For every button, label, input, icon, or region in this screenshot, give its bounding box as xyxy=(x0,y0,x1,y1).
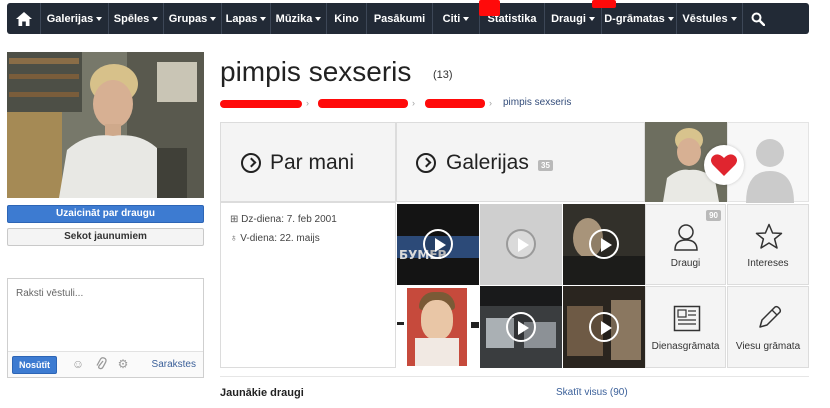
galleries-count-badge: 35 xyxy=(538,160,553,171)
about-me-label: Par mani xyxy=(270,151,355,174)
gallery-thumb[interactable] xyxy=(563,286,645,368)
gallery-thumb[interactable] xyxy=(480,204,562,285)
message-toolbar: Nosūtīt ☺ ⚙ Sarakstes xyxy=(8,351,203,377)
nav-events[interactable]: Pasākumi xyxy=(367,3,433,34)
caret-down-icon xyxy=(667,17,674,21)
heart-icon xyxy=(711,154,737,176)
red-scribble xyxy=(318,99,408,108)
nav-pages[interactable]: Lapas xyxy=(222,3,271,34)
latest-friends-title: Jaunākie draugi xyxy=(220,387,304,399)
nameday-row: ♁ V-diena: 22. maijs xyxy=(230,233,320,244)
play-icon xyxy=(506,312,536,342)
breadcrumb: › › › pimpis sexseris xyxy=(220,97,640,111)
gear-icon[interactable]: ⚙ xyxy=(116,357,130,371)
search-icon xyxy=(751,12,765,26)
red-scribble xyxy=(592,0,616,8)
caret-down-icon xyxy=(210,17,217,21)
nameday-text: V-diena: 22. maijs xyxy=(240,233,320,244)
divider xyxy=(220,376,809,377)
birthday-row: ⊞ Dz-diena: 7. feb 2001 xyxy=(230,214,337,225)
info-panel xyxy=(220,202,396,368)
nav-music[interactable]: Mūzika xyxy=(271,3,327,34)
circle-arrow-icon xyxy=(241,153,261,173)
gallery-thumb[interactable] xyxy=(480,286,562,368)
caret-down-icon xyxy=(96,17,103,21)
see-all-friends-link[interactable]: Skatīt visus (90) xyxy=(556,387,628,398)
caret-down-icon xyxy=(152,17,159,21)
interests-tile[interactable]: Intereses xyxy=(727,204,809,285)
invite-friend-button[interactable]: Uzaicināt par draugu xyxy=(7,205,204,223)
diary-label: Dienasgrāmata xyxy=(651,341,720,352)
gallery-thumb[interactable] xyxy=(563,204,645,285)
nav-home[interactable] xyxy=(7,3,41,34)
friends-tile[interactable]: 90 Draugi xyxy=(645,204,726,285)
send-button[interactable]: Nosūtīt xyxy=(12,356,57,374)
user-icon xyxy=(674,224,698,251)
breadcrumb-separator-icon: › xyxy=(489,98,492,108)
video-camera-icon xyxy=(506,229,536,259)
friends-label: Draugi xyxy=(670,258,701,269)
newspaper-icon xyxy=(673,305,701,332)
caret-down-icon xyxy=(588,17,595,21)
top-nav: Galerijas Spēles Grupas Lapas Mūzika Kin… xyxy=(7,3,809,34)
breadcrumb-separator-icon: › xyxy=(412,98,415,108)
galleries-label: Galerijas xyxy=(446,151,529,174)
profile-name: pimpis sexseris xyxy=(220,56,412,87)
cake-icon: ♁ xyxy=(230,233,238,244)
profile-count: (13) xyxy=(433,69,453,81)
nav-games[interactable]: Spēles xyxy=(109,3,164,34)
attachment-icon[interactable] xyxy=(94,357,108,371)
like-button[interactable] xyxy=(704,145,744,185)
pencil-icon xyxy=(759,305,782,328)
gallery-thumb[interactable] xyxy=(397,286,479,368)
galleries-tile[interactable]: Galerijas 35 xyxy=(396,122,645,202)
nav-messages[interactable]: Vēstules xyxy=(677,3,743,34)
caret-down-icon xyxy=(463,17,470,21)
breadcrumb-current: pimpis sexseris xyxy=(503,97,572,108)
friends-count-badge: 90 xyxy=(706,210,721,221)
nav-galleries[interactable]: Galerijas xyxy=(41,3,109,34)
play-icon xyxy=(589,312,619,342)
play-icon xyxy=(423,229,453,259)
birthday-text: Dz-diena: 7. feb 2001 xyxy=(241,214,337,225)
cake-icon: ⊞ xyxy=(230,214,239,225)
interests-label: Intereses xyxy=(747,258,789,269)
about-me-tile[interactable]: Par mani xyxy=(220,122,396,202)
guestbook-label: Viesu grāmata xyxy=(735,341,801,352)
caret-down-icon xyxy=(260,17,267,21)
home-icon xyxy=(15,11,32,26)
conversations-link[interactable]: Sarakstes xyxy=(152,359,196,370)
profile-photo xyxy=(7,52,204,198)
follow-button[interactable]: Sekot jaunumiem xyxy=(7,228,204,246)
red-scribble xyxy=(220,100,302,108)
nav-other[interactable]: Citi xyxy=(433,3,480,34)
red-scribble xyxy=(425,99,485,108)
red-scribble xyxy=(479,0,500,16)
caret-down-icon xyxy=(730,17,737,21)
play-icon xyxy=(589,229,619,259)
gallery-thumb[interactable]: БУМЕР xyxy=(397,204,479,285)
nav-search[interactable] xyxy=(743,3,773,34)
caret-down-icon xyxy=(315,17,322,21)
diary-tile[interactable]: Dienasgrāmata xyxy=(645,286,726,368)
breadcrumb-separator-icon: › xyxy=(306,98,309,108)
nav-cinema[interactable]: Kino xyxy=(327,3,367,34)
nav-groups[interactable]: Grupas xyxy=(164,3,222,34)
smiley-icon[interactable]: ☺ xyxy=(71,357,85,371)
star-icon xyxy=(755,223,783,249)
message-input[interactable]: Raksti vēstuli... xyxy=(16,288,83,299)
guestbook-tile[interactable]: Viesu grāmata xyxy=(727,286,809,368)
message-box: Raksti vēstuli... Nosūtīt ☺ ⚙ Sarakstes xyxy=(7,278,204,378)
circle-arrow-icon xyxy=(416,153,436,173)
